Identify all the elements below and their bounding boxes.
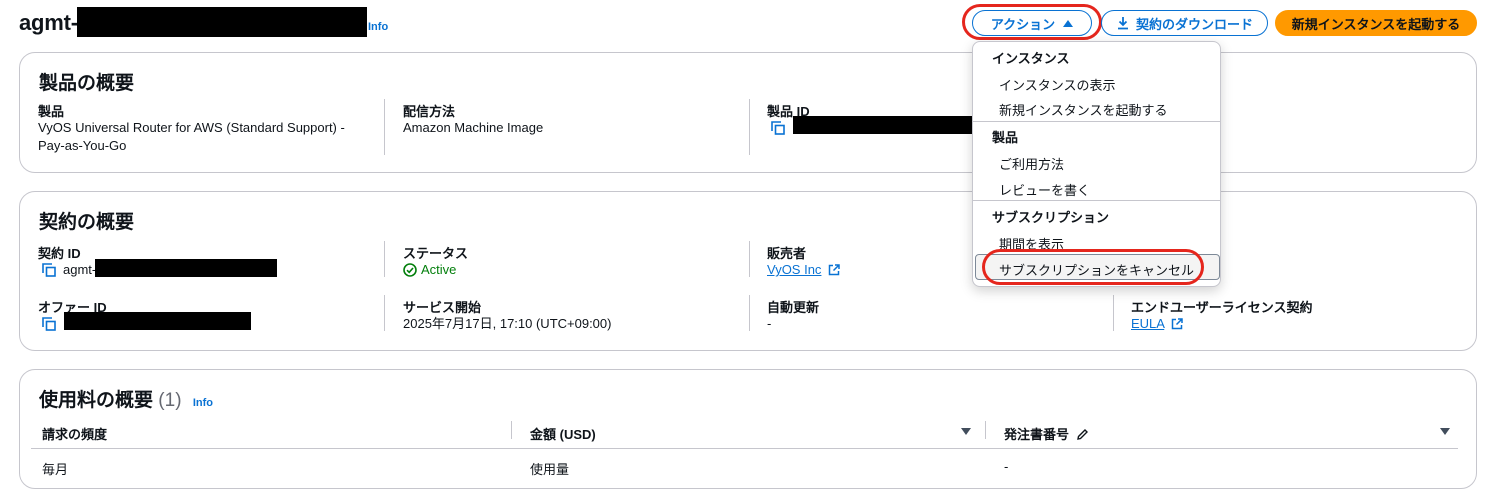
sort-down-icon[interactable] — [1440, 428, 1450, 435]
product-overview-card: 製品の概要 製品 VyOS Universal Router for AWS (… — [19, 52, 1477, 173]
column-separator — [985, 421, 986, 439]
launch-instance-button[interactable]: 新規インスタンスを起動する — [1275, 10, 1477, 36]
cell-po-number: - — [1004, 459, 1009, 474]
external-link-icon — [1171, 318, 1183, 330]
divider — [1113, 295, 1114, 331]
divider — [749, 295, 750, 331]
col-po-number-label: 発注書番号 — [1004, 427, 1070, 442]
menu-group-instances: インスタンス — [992, 51, 1070, 66]
eula-value: EULA — [1131, 315, 1183, 333]
usage-count: (1) — [158, 390, 182, 411]
download-agreement-label: 契約のダウンロード — [1135, 16, 1253, 32]
redacted-offer-id — [64, 312, 251, 330]
page-title: agmt- — [19, 10, 78, 35]
eula-label: エンドユーザーライセンス契約 — [1131, 300, 1313, 315]
status-label: ステータス — [403, 246, 469, 261]
external-link-icon — [828, 264, 840, 276]
service-start-label: サービス開始 — [403, 300, 482, 315]
col-billing-frequency: 請求の頻度 — [42, 427, 108, 442]
column-separator — [511, 421, 512, 439]
status-text: Active — [421, 262, 457, 277]
edit-pencil-icon — [1076, 429, 1088, 440]
divider — [384, 99, 385, 155]
divider — [749, 99, 750, 155]
download-agreement-button[interactable]: 契約のダウンロード — [1101, 10, 1268, 36]
cell-billing-frequency: 毎月 — [42, 462, 69, 477]
agreement-overview-title: 契約の概要 — [39, 212, 135, 233]
product-value-line2: Pay-as-You-Go — [38, 138, 127, 153]
header-info-link[interactable]: Info — [368, 21, 388, 33]
redacted-agreement-id — [77, 7, 367, 37]
eula-link[interactable]: EULA — [1131, 316, 1164, 331]
menu-group-product: 製品 — [992, 130, 1019, 145]
sort-down-icon[interactable] — [961, 428, 971, 435]
seller-value: VyOS Inc — [767, 261, 840, 279]
delivery-method-label: 配信方法 — [403, 104, 456, 119]
agreement-overview-card: 契約の概要 契約 ID agmt- ステータス Active 販売者 VyOS … — [19, 191, 1477, 351]
menu-separator — [973, 121, 1220, 122]
download-icon — [1117, 17, 1128, 30]
auto-renew-value: - — [767, 316, 772, 331]
menu-separator — [973, 200, 1220, 201]
table-header-divider — [31, 448, 1458, 449]
auto-renew-label: 自動更新 — [767, 300, 820, 315]
service-start-value: 2025年7月17日, 17:10 (UTC+09:00) — [403, 316, 612, 331]
seller-label: 販売者 — [767, 246, 807, 261]
col-amount[interactable]: 金額 (USD) — [530, 424, 596, 443]
usage-info-link[interactable]: Info — [193, 397, 213, 409]
redacted-product-id — [793, 116, 973, 134]
status-value: Active — [403, 261, 456, 279]
product-label: 製品 — [38, 104, 65, 119]
menu-item-launch-instance[interactable]: 新規インスタンスを起動する — [999, 100, 1167, 119]
product-value-line1: VyOS Universal Router for AWS (Standard … — [38, 120, 345, 135]
cell-amount: 使用量 — [530, 462, 570, 477]
delivery-method-value: Amazon Machine Image — [403, 120, 544, 135]
agreement-id-label: 契約 ID — [38, 246, 81, 261]
divider — [749, 241, 750, 277]
redacted-agreement-id-value — [95, 259, 277, 277]
product-overview-title: 製品の概要 — [39, 73, 135, 94]
highlight-ring-cancel — [982, 249, 1204, 285]
col-po-number[interactable]: 発注書番号 — [1004, 424, 1089, 443]
usage-title-text: 使用料の概要 — [39, 390, 154, 411]
divider — [384, 295, 385, 331]
menu-item-usage[interactable]: ご利用方法 — [999, 154, 1064, 173]
copy-icon[interactable] — [42, 263, 56, 277]
success-check-icon — [403, 263, 417, 277]
usage-overview-card: 使用料の概要 (1) Info 請求の頻度 金額 (USD) 発注書番号 毎月 … — [19, 369, 1477, 489]
menu-item-review[interactable]: レビューを書く — [999, 180, 1090, 199]
usage-overview-title: 使用料の概要 (1) Info — [39, 385, 213, 412]
copy-icon[interactable] — [771, 121, 785, 135]
highlight-ring-actions — [962, 4, 1102, 40]
seller-link[interactable]: VyOS Inc — [767, 262, 821, 277]
launch-instance-label: 新規インスタンスを起動する — [1291, 16, 1461, 32]
menu-item-view-instances[interactable]: インスタンスの表示 — [999, 75, 1115, 94]
divider — [384, 241, 385, 277]
copy-icon[interactable] — [42, 317, 56, 331]
agreement-id-value: agmt- — [63, 262, 97, 277]
menu-group-subscription: サブスクリプション — [992, 210, 1110, 225]
